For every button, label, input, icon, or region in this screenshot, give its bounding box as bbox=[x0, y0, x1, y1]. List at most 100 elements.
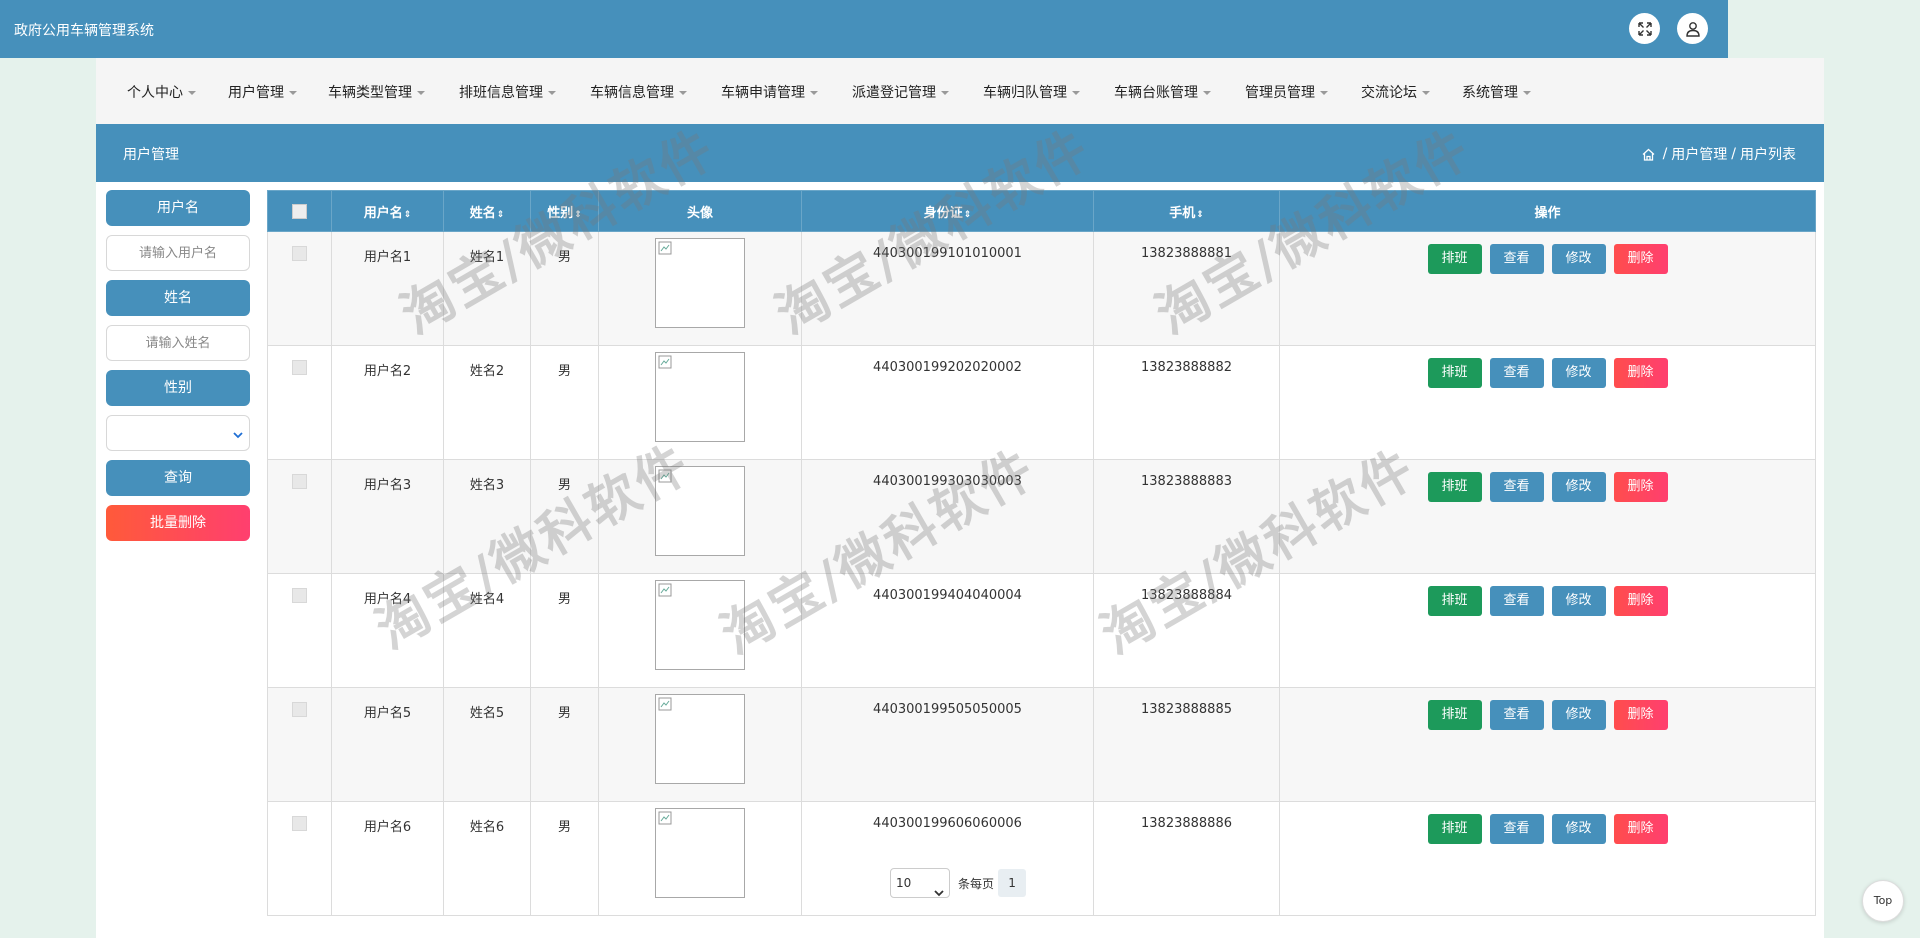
schedule-button[interactable]: 排班 bbox=[1427, 814, 1482, 844]
edit-button[interactable]: 修改 bbox=[1551, 700, 1606, 730]
gender-select[interactable] bbox=[106, 415, 250, 451]
table-row: 用户名6 姓名6 男 440300199606060006 1382388888… bbox=[267, 801, 1816, 916]
view-button[interactable]: 查看 bbox=[1489, 472, 1544, 502]
page-size-select[interactable]: 10 bbox=[890, 868, 950, 898]
cell-id-card: 440300199101010001 bbox=[801, 231, 1094, 346]
section-title: 用户管理 bbox=[123, 147, 179, 163]
cell-username: 用户名4 bbox=[331, 573, 444, 688]
table-row: 用户名3 姓名3 男 440300199303030003 1382388888… bbox=[267, 459, 1816, 574]
column-header-username[interactable]: 用户名⇕ bbox=[331, 190, 444, 232]
row-actions: 排班 查看 修改 删除 bbox=[1280, 358, 1815, 388]
row-actions: 排班 查看 修改 删除 bbox=[1280, 244, 1815, 274]
row-checkbox[interactable] bbox=[292, 588, 307, 603]
edit-button[interactable]: 修改 bbox=[1551, 814, 1606, 844]
cell-name: 姓名5 bbox=[443, 687, 531, 802]
username-input[interactable] bbox=[106, 235, 250, 271]
home-icon[interactable] bbox=[1642, 148, 1655, 161]
nav-vehicle-ledger-management[interactable]: 车辆台账管理 bbox=[1114, 82, 1211, 102]
view-button[interactable]: 查看 bbox=[1489, 358, 1544, 388]
nav-admin-management[interactable]: 管理员管理 bbox=[1245, 82, 1328, 102]
caret-down-icon bbox=[1203, 91, 1211, 95]
cell-username: 用户名1 bbox=[331, 231, 444, 346]
edit-button[interactable]: 修改 bbox=[1551, 472, 1606, 502]
caret-down-icon bbox=[810, 91, 818, 95]
broken-image-icon bbox=[658, 583, 672, 597]
delete-button[interactable]: 删除 bbox=[1613, 358, 1668, 388]
sort-icon: ⇕ bbox=[963, 209, 972, 220]
column-header-phone[interactable]: 手机⇕ bbox=[1093, 190, 1280, 232]
select-all-header bbox=[267, 190, 332, 232]
schedule-button[interactable]: 排班 bbox=[1427, 358, 1482, 388]
row-actions: 排班 查看 修改 删除 bbox=[1280, 586, 1815, 616]
caret-down-icon bbox=[417, 91, 425, 95]
cell-gender: 男 bbox=[530, 231, 599, 346]
cell-phone: 13823888886 bbox=[1093, 801, 1280, 916]
edit-button[interactable]: 修改 bbox=[1551, 586, 1606, 616]
schedule-button[interactable]: 排班 bbox=[1427, 586, 1482, 616]
cell-id-card: 440300199202020002 bbox=[801, 345, 1094, 460]
nav-vehicle-application-management[interactable]: 车辆申请管理 bbox=[721, 82, 818, 102]
view-button[interactable]: 查看 bbox=[1489, 700, 1544, 730]
delete-button[interactable]: 删除 bbox=[1613, 700, 1668, 730]
row-checkbox[interactable] bbox=[292, 246, 307, 261]
sort-icon: ⇕ bbox=[403, 209, 412, 220]
breadcrumb-separator: / bbox=[1662, 146, 1668, 162]
nav-user-management[interactable]: 用户管理 bbox=[228, 82, 297, 102]
nav-vehicle-type-management[interactable]: 车辆类型管理 bbox=[328, 82, 425, 102]
nav-dispatch-management[interactable]: 派遣登记管理 bbox=[852, 82, 949, 102]
cell-gender: 男 bbox=[530, 573, 599, 688]
back-to-top-button[interactable]: Top bbox=[1862, 880, 1904, 922]
cell-name: 姓名6 bbox=[443, 801, 531, 916]
row-checkbox[interactable] bbox=[292, 360, 307, 375]
broken-image-icon bbox=[658, 355, 672, 369]
per-page-label: 条每页 bbox=[958, 876, 995, 891]
view-button[interactable]: 查看 bbox=[1489, 586, 1544, 616]
edit-button[interactable]: 修改 bbox=[1551, 244, 1606, 274]
avatar-image bbox=[655, 352, 745, 442]
nav-forum[interactable]: 交流论坛 bbox=[1361, 82, 1430, 102]
caret-down-icon bbox=[1422, 91, 1430, 95]
select-all-checkbox[interactable] bbox=[292, 203, 307, 219]
schedule-button[interactable]: 排班 bbox=[1427, 244, 1482, 274]
cell-username: 用户名2 bbox=[331, 345, 444, 460]
page-number[interactable]: 1 bbox=[998, 869, 1027, 897]
nav-system-management[interactable]: 系统管理 bbox=[1462, 82, 1531, 102]
row-checkbox[interactable] bbox=[292, 702, 307, 717]
view-button[interactable]: 查看 bbox=[1489, 814, 1544, 844]
broken-image-icon bbox=[658, 241, 672, 255]
nav-vehicle-info-management[interactable]: 车辆信息管理 bbox=[590, 82, 687, 102]
avatar-image bbox=[655, 808, 745, 898]
table-row: 用户名2 姓名2 男 440300199202020002 1382388888… bbox=[267, 345, 1816, 460]
breadcrumb-user-list: 用户列表 bbox=[1740, 147, 1796, 163]
nav-personal-center[interactable]: 个人中心 bbox=[127, 82, 196, 102]
breadcrumb-user-management[interactable]: 用户管理 bbox=[1671, 144, 1727, 164]
top-header: 政府公用车辆管理系统 bbox=[0, 0, 1728, 58]
row-checkbox[interactable] bbox=[292, 816, 307, 831]
caret-down-icon bbox=[1072, 91, 1080, 95]
schedule-button[interactable]: 排班 bbox=[1427, 700, 1482, 730]
fullscreen-icon[interactable] bbox=[1629, 13, 1660, 44]
sort-icon: ⇕ bbox=[1196, 209, 1204, 220]
column-header-name[interactable]: 姓名⇕ bbox=[443, 190, 531, 232]
gender-label: 性别 bbox=[106, 370, 250, 406]
edit-button[interactable]: 修改 bbox=[1551, 358, 1606, 388]
avatar-image bbox=[655, 580, 745, 670]
view-button[interactable]: 查看 bbox=[1489, 244, 1544, 274]
user-table: 用户名⇕ 姓名⇕ 性别⇕ 头像 身份证⇕ 手机⇕ 操作 用户名1 姓名1 男 4… bbox=[267, 190, 1816, 916]
caret-down-icon bbox=[941, 91, 949, 95]
delete-button[interactable]: 删除 bbox=[1613, 814, 1668, 844]
batch-delete-button[interactable]: 批量删除 bbox=[106, 505, 250, 541]
nav-vehicle-return-management[interactable]: 车辆归队管理 bbox=[983, 82, 1080, 102]
column-header-gender[interactable]: 性别⇕ bbox=[530, 190, 599, 232]
delete-button[interactable]: 删除 bbox=[1613, 244, 1668, 274]
row-checkbox[interactable] bbox=[292, 474, 307, 489]
delete-button[interactable]: 删除 bbox=[1613, 586, 1668, 616]
schedule-button[interactable]: 排班 bbox=[1427, 472, 1482, 502]
user-icon[interactable] bbox=[1677, 13, 1708, 44]
delete-button[interactable]: 删除 bbox=[1613, 472, 1668, 502]
name-input[interactable] bbox=[106, 325, 250, 361]
query-button[interactable]: 查询 bbox=[106, 460, 250, 496]
nav-schedule-management[interactable]: 排班信息管理 bbox=[459, 82, 556, 102]
column-header-id-card[interactable]: 身份证⇕ bbox=[801, 190, 1094, 232]
cell-gender: 男 bbox=[530, 801, 599, 916]
